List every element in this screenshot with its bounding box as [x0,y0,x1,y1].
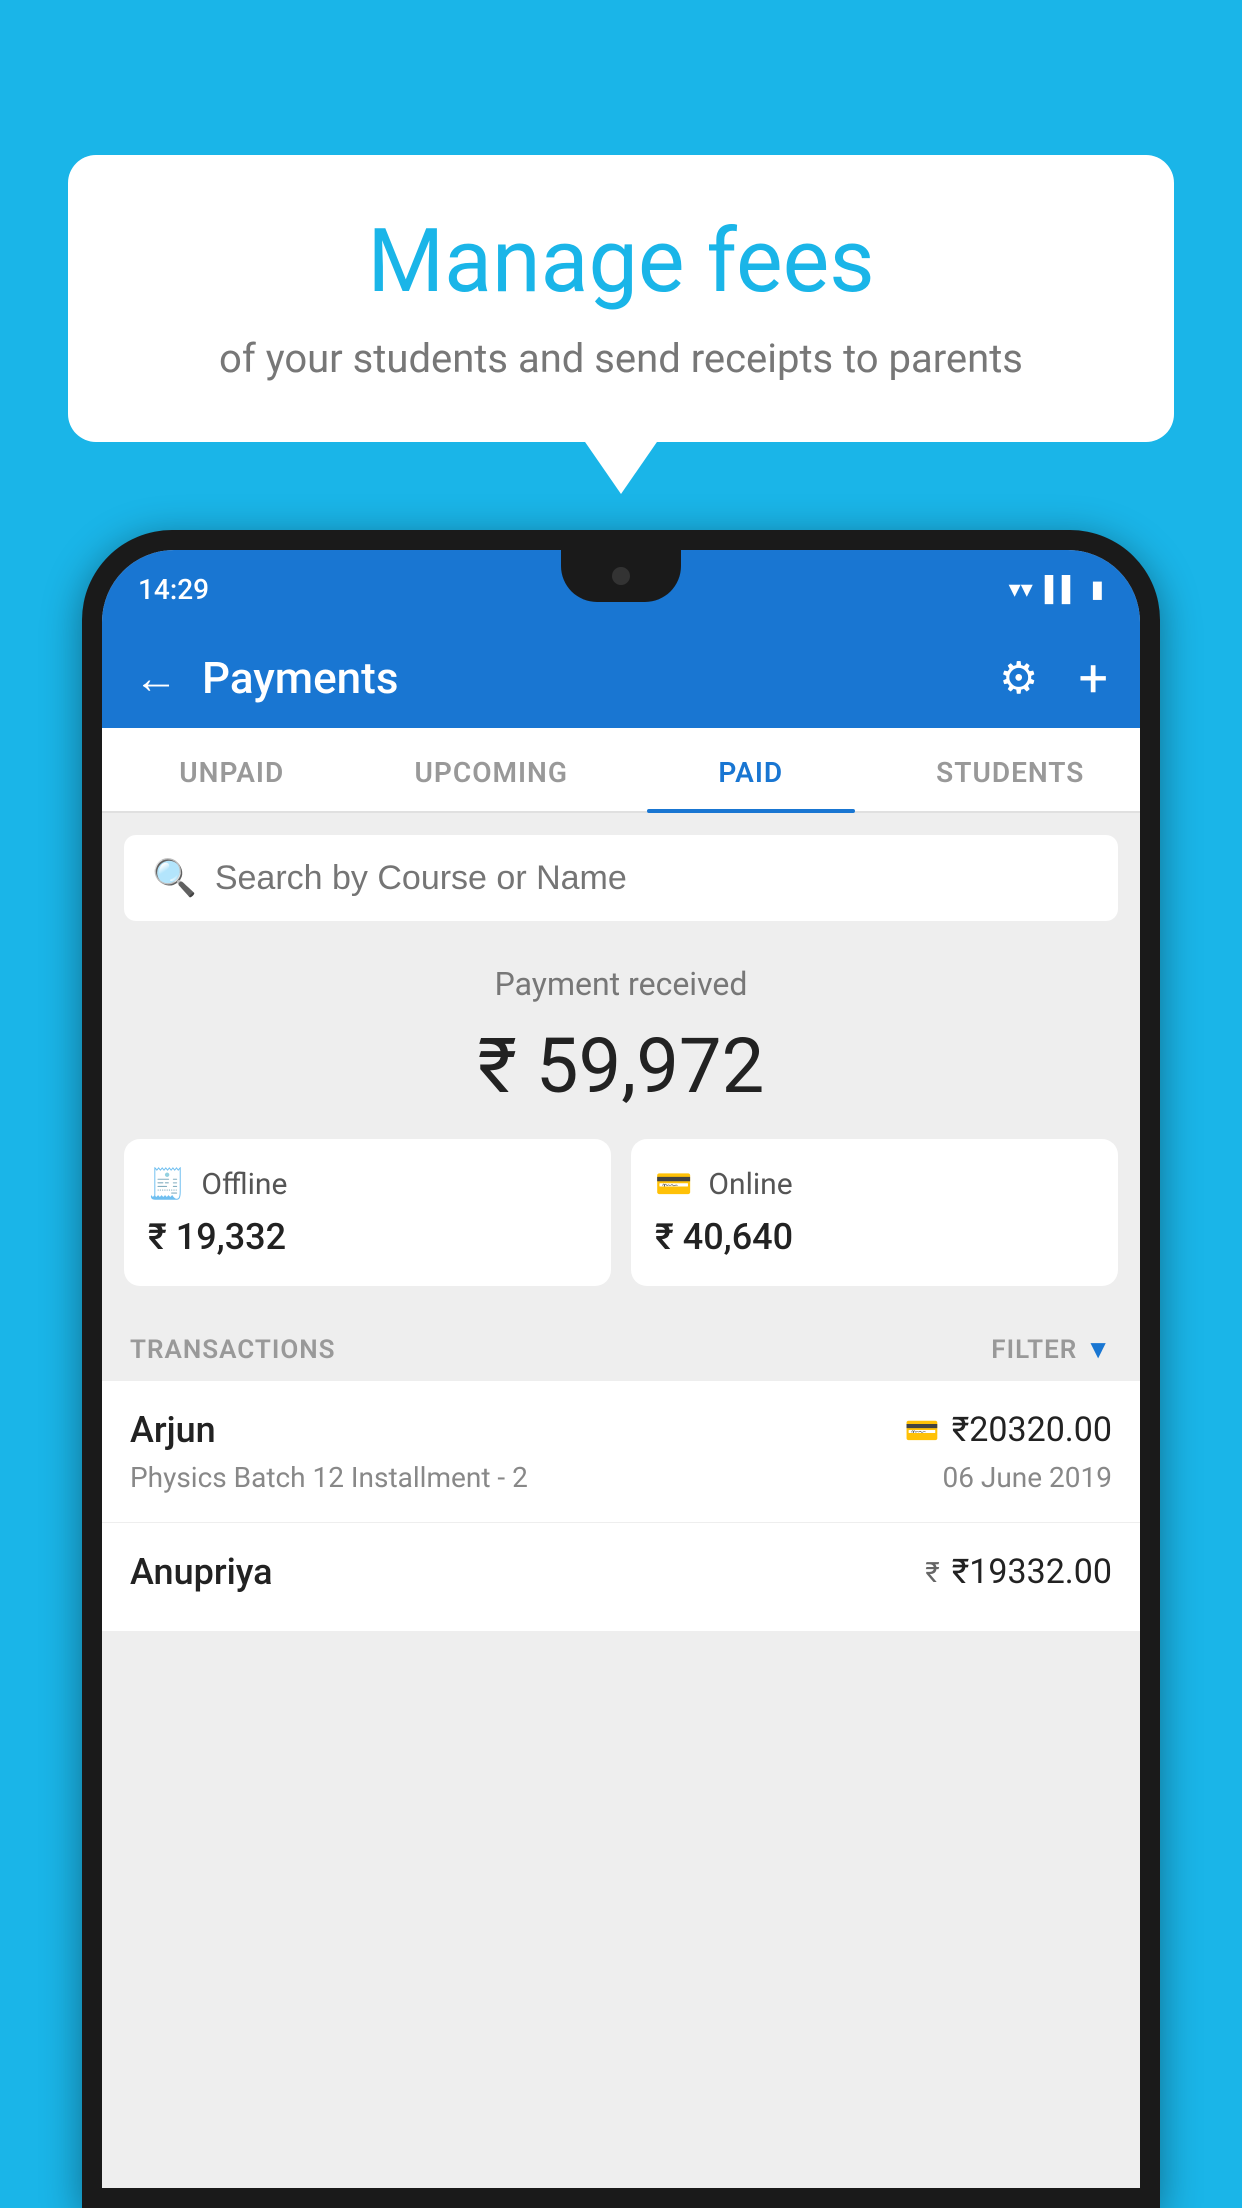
online-amount: ₹ 40,640 [655,1216,1094,1258]
payment-received-label: Payment received [124,965,1118,1003]
transaction-bottom: Physics Batch 12 Installment - 2 06 June… [130,1461,1112,1494]
camera [612,567,630,585]
search-icon: 🔍 [152,857,197,899]
transaction-type-icon: 💳 [905,1414,940,1447]
phone-inner: 14:29 ▾▾ ▌▌ ▮ ← Payments ⚙ + UNPAID UPCO… [102,550,1140,2188]
battery-icon: ▮ [1091,575,1104,603]
transactions-header: TRANSACTIONS FILTER ▼ [102,1314,1140,1381]
signal-icon: ▌▌ [1045,575,1079,604]
transaction-amount: ₹19332.00 [952,1552,1112,1592]
transaction-name: Arjun [130,1409,216,1451]
transaction-amount: ₹20320.00 [952,1410,1112,1450]
transaction-date: 06 June 2019 [942,1461,1112,1494]
payment-summary: Payment received ₹ 59,972 [102,921,1140,1139]
payment-amount: ₹ 59,972 [124,1021,1118,1111]
notch [561,550,681,602]
transaction-type-icon: ₹ [925,1556,939,1589]
tab-upcoming[interactable]: UPCOMING [362,728,622,811]
phone-frame: 14:29 ▾▾ ▌▌ ▮ ← Payments ⚙ + UNPAID UPCO… [82,530,1160,2208]
transaction-amount-wrap: ₹ ₹19332.00 [925,1552,1112,1592]
back-button[interactable]: ← [134,652,178,704]
online-card: 💳 Online ₹ 40,640 [631,1139,1118,1286]
filter-icon: ▼ [1085,1334,1112,1365]
speech-bubble: Manage fees of your students and send re… [68,155,1174,442]
status-time: 14:29 [138,573,209,606]
transactions-label: TRANSACTIONS [130,1335,336,1365]
offline-label: Offline [201,1167,287,1202]
add-button[interactable]: + [1078,648,1108,709]
offline-card-header: 🧾 Offline [148,1167,587,1202]
bubble-subtitle: of your students and send receipts to pa… [128,335,1114,382]
tab-unpaid[interactable]: UNPAID [102,728,362,811]
wifi-icon: ▾▾ [1009,575,1033,603]
transaction-amount-wrap: 💳 ₹20320.00 [905,1410,1112,1450]
status-icons: ▾▾ ▌▌ ▮ [1009,575,1104,604]
app-header: ← Payments ⚙ + [102,628,1140,728]
offline-icon: 🧾 [148,1167,185,1202]
transaction-row[interactable]: Arjun 💳 ₹20320.00 Physics Batch 12 Insta… [102,1381,1140,1523]
transaction-course: Physics Batch 12 Installment - 2 [130,1461,528,1494]
online-label: Online [708,1167,792,1202]
offline-amount: ₹ 19,332 [148,1216,587,1258]
transaction-name: Anupriya [130,1551,273,1593]
transaction-row[interactable]: Anupriya ₹ ₹19332.00 [102,1523,1140,1632]
search-input[interactable] [215,859,1090,898]
status-bar: 14:29 ▾▾ ▌▌ ▮ [102,550,1140,628]
online-icon: 💳 [655,1167,692,1202]
settings-button[interactable]: ⚙ [999,652,1038,704]
online-card-header: 💳 Online [655,1167,1094,1202]
transaction-top: Anupriya ₹ ₹19332.00 [130,1551,1112,1593]
filter-button[interactable]: FILTER ▼ [991,1334,1112,1365]
transaction-top: Arjun 💳 ₹20320.00 [130,1409,1112,1451]
tabs-bar: UNPAID UPCOMING PAID STUDENTS [102,728,1140,813]
search-bar[interactable]: 🔍 [124,835,1118,921]
header-title: Payments [202,652,975,704]
tab-paid[interactable]: PAID [621,728,881,811]
tab-students[interactable]: STUDENTS [881,728,1141,811]
bubble-title: Manage fees [128,210,1114,313]
payment-cards: 🧾 Offline ₹ 19,332 💳 Online ₹ 40,640 [102,1139,1140,1314]
content-area: 🔍 Payment received ₹ 59,972 🧾 Offline ₹ … [102,835,1140,1632]
offline-card: 🧾 Offline ₹ 19,332 [124,1139,611,1286]
